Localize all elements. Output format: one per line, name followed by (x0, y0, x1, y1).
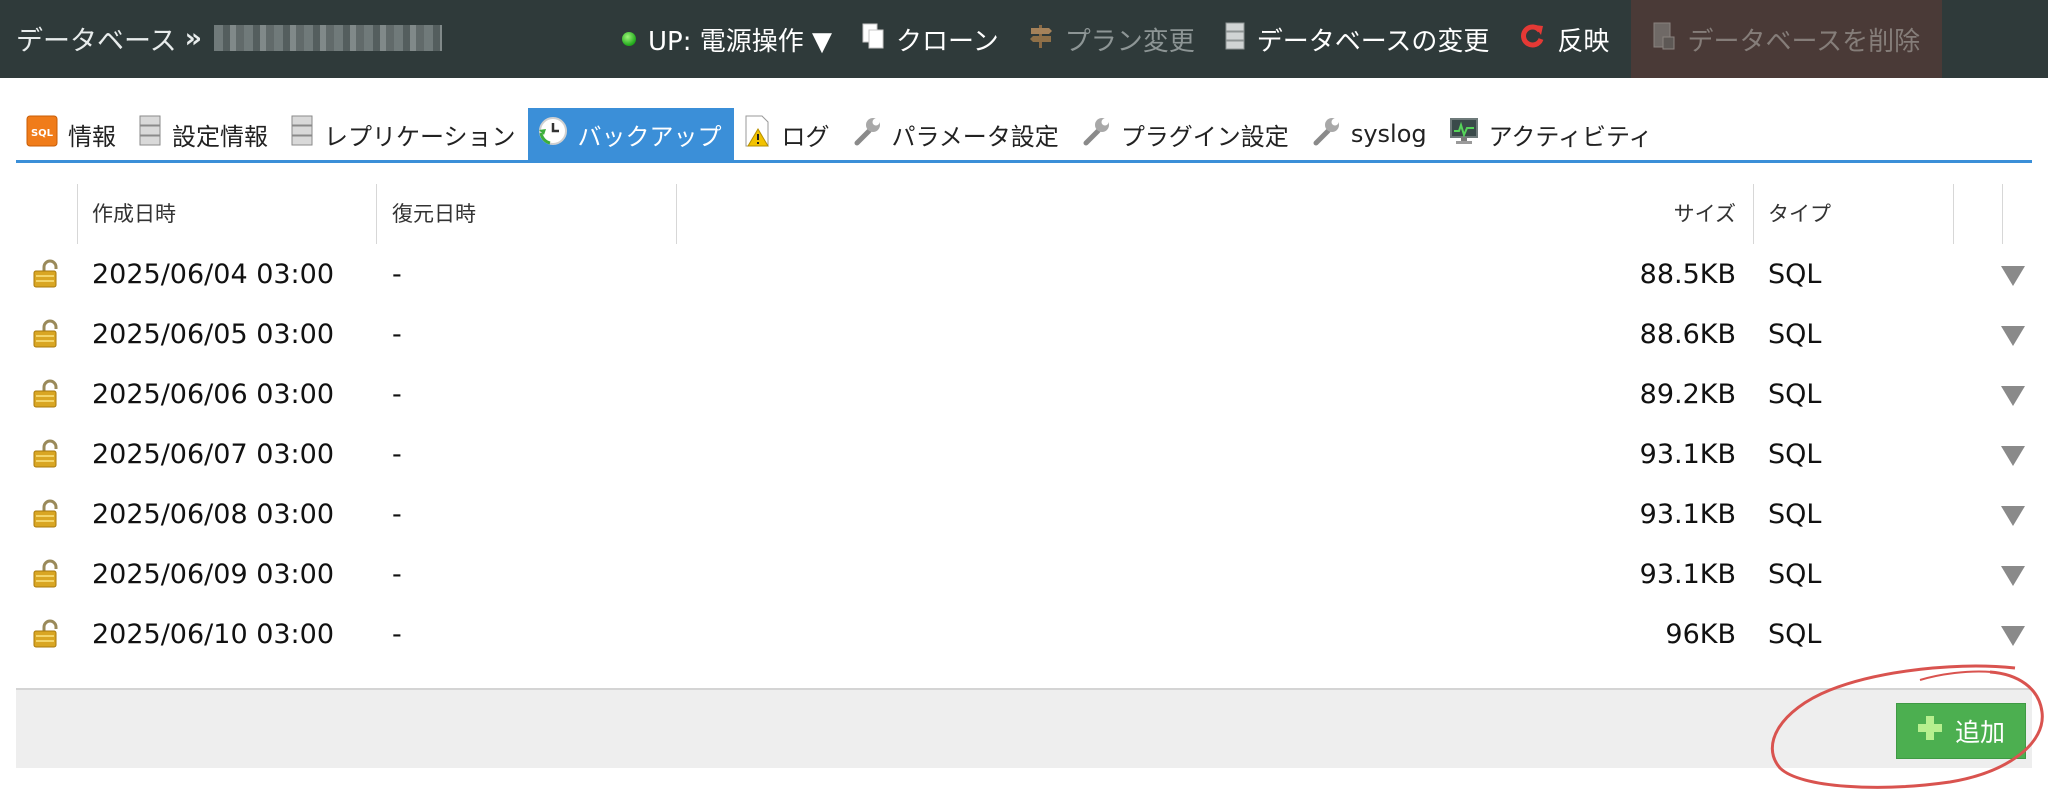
backup-table: 作成日時 復元日時 サイズ タイプ 2025/06/04 03:00 - 88.… (16, 182, 2032, 664)
clone-label: クローン (896, 26, 999, 57)
row-menu-dropdown-icon[interactable] (2001, 566, 2025, 586)
breadcrumb-root[interactable]: データベース (16, 19, 177, 58)
apply-label: 反映 (1557, 26, 1610, 57)
backup-size: 88.5KB (1639, 258, 1736, 290)
tab-settings[interactable]: 設定情報 (128, 108, 280, 160)
row-menu-dropdown-icon[interactable] (2001, 626, 2025, 646)
table-row[interactable]: 2025/06/08 03:00 - 93.1KB SQL (16, 484, 2032, 544)
column-divider (1953, 184, 1954, 244)
table-row[interactable]: 2025/06/09 03:00 - 93.1KB SQL (16, 544, 2032, 604)
power-menu-button[interactable]: UP: 電源操作 ▼ (610, 0, 844, 78)
table-row[interactable]: 2025/06/04 03:00 - 88.5KB SQL (16, 244, 2032, 304)
database-change-button[interactable]: データベースの変更 (1213, 0, 1502, 78)
delete-database-button[interactable]: データベースを削除 (1631, 0, 1943, 78)
add-backup-label: 追加 (1954, 718, 2005, 747)
tab-bar: SQL 情報 設定情報 レプリケーション バックアップ ログ パラメータ設定 プ… (16, 108, 2032, 163)
table-row[interactable]: 2025/06/05 03:00 - 88.6KB SQL (16, 304, 2032, 364)
signpost-icon (1029, 23, 1053, 56)
database-change-label: データベースの変更 (1256, 26, 1490, 57)
column-header-size[interactable]: サイズ (16, 182, 1736, 244)
tab-plugins[interactable]: プラグイン設定 (1071, 108, 1301, 160)
tab-backup-label: バックアップ (577, 122, 722, 151)
copy-icon (862, 23, 884, 56)
tab-settings-label: 設定情報 (172, 122, 268, 151)
backup-type: SQL (1768, 498, 1822, 530)
tab-backup[interactable]: バックアップ (527, 108, 734, 160)
server-icon (1225, 22, 1245, 57)
apply-button[interactable]: 反映 (1507, 0, 1621, 78)
table-body: 2025/06/04 03:00 - 88.5KB SQL 2025/06/05… (16, 244, 2032, 664)
tab-syslog[interactable]: syslog (1301, 108, 1439, 160)
sql-icon: SQL (26, 115, 58, 153)
refresh-icon (1519, 23, 1545, 56)
wrench-icon (1081, 116, 1111, 152)
table-row[interactable]: 2025/06/07 03:00 - 93.1KB SQL (16, 424, 2032, 484)
plan-change-label: プラン変更 (1064, 26, 1195, 57)
server-icon (138, 115, 162, 153)
plan-change-button[interactable]: プラン変更 (1017, 0, 1207, 78)
backup-clock-icon (538, 116, 568, 152)
add-backup-button[interactable]: 追加 (1896, 703, 2026, 759)
backup-type: SQL (1768, 318, 1822, 350)
tab-plugins-label: プラグイン設定 (1120, 122, 1289, 151)
backup-type: SQL (1768, 618, 1822, 650)
clone-button[interactable]: クローン (850, 0, 1011, 78)
backup-type: SQL (1768, 258, 1822, 290)
top-bar: データベース » UP: 電源操作 ▼ クローン プラン変更 データベースの変更 (0, 0, 2048, 78)
wrench-icon (1311, 116, 1341, 152)
tab-info-label: 情報 (68, 122, 116, 151)
tab-log[interactable]: ログ (734, 108, 842, 160)
breadcrumb: データベース » (16, 18, 443, 58)
tab-parameters-label: パラメータ設定 (891, 122, 1059, 151)
tab-syslog-label: syslog (1350, 120, 1427, 148)
column-divider (2002, 184, 2003, 244)
table-row[interactable]: 2025/06/10 03:00 - 96KB SQL (16, 604, 2032, 664)
backup-type: SQL (1768, 558, 1822, 590)
power-menu-label: UP: 電源操作 ▼ (648, 26, 832, 57)
tab-replication[interactable]: レプリケーション (280, 108, 528, 160)
row-menu-dropdown-icon[interactable] (2001, 266, 2025, 286)
tab-info[interactable]: SQL 情報 (16, 108, 128, 160)
status-up-icon (622, 32, 636, 46)
backup-size: 88.6KB (1639, 318, 1736, 350)
svg-text:SQL: SQL (31, 128, 54, 139)
log-warning-icon (744, 115, 772, 153)
monitor-icon (1449, 116, 1479, 152)
server-icon (290, 115, 314, 153)
table-header: 作成日時 復元日時 サイズ タイプ (16, 182, 2032, 244)
backup-size: 93.1KB (1639, 438, 1736, 470)
backup-size: 96KB (1665, 618, 1736, 650)
column-divider (1753, 184, 1754, 244)
breadcrumb-separator: » (184, 22, 203, 54)
plus-icon (1917, 715, 1943, 747)
table-row[interactable]: 2025/06/06 03:00 - 89.2KB SQL (16, 364, 2032, 424)
table-footer: 追加 (16, 688, 2032, 768)
row-menu-dropdown-icon[interactable] (2001, 386, 2025, 406)
backup-size: 93.1KB (1639, 498, 1736, 530)
row-menu-dropdown-icon[interactable] (2001, 326, 2025, 346)
backup-type: SQL (1768, 378, 1822, 410)
header-actions: UP: 電源操作 ▼ クローン プラン変更 データベースの変更 反映 データベー… (610, 0, 1943, 78)
delete-database-label: データベースを削除 (1687, 26, 1921, 57)
tab-replication-label: レプリケーション (324, 122, 516, 151)
tab-activity[interactable]: アクティビティ (1439, 108, 1665, 160)
row-menu-dropdown-icon[interactable] (2001, 446, 2025, 466)
column-header-type[interactable]: タイプ (1768, 182, 1831, 244)
tab-log-label: ログ (781, 122, 830, 151)
wrench-icon (852, 116, 882, 152)
backup-type: SQL (1768, 438, 1822, 470)
delete-database-icon (1653, 22, 1675, 57)
tab-activity-label: アクティビティ (1488, 122, 1653, 151)
row-menu-dropdown-icon[interactable] (2001, 506, 2025, 526)
tab-parameters[interactable]: パラメータ設定 (842, 108, 1071, 160)
backup-size: 93.1KB (1639, 558, 1736, 590)
backup-size: 89.2KB (1639, 378, 1736, 410)
masked-database-name (214, 25, 443, 51)
